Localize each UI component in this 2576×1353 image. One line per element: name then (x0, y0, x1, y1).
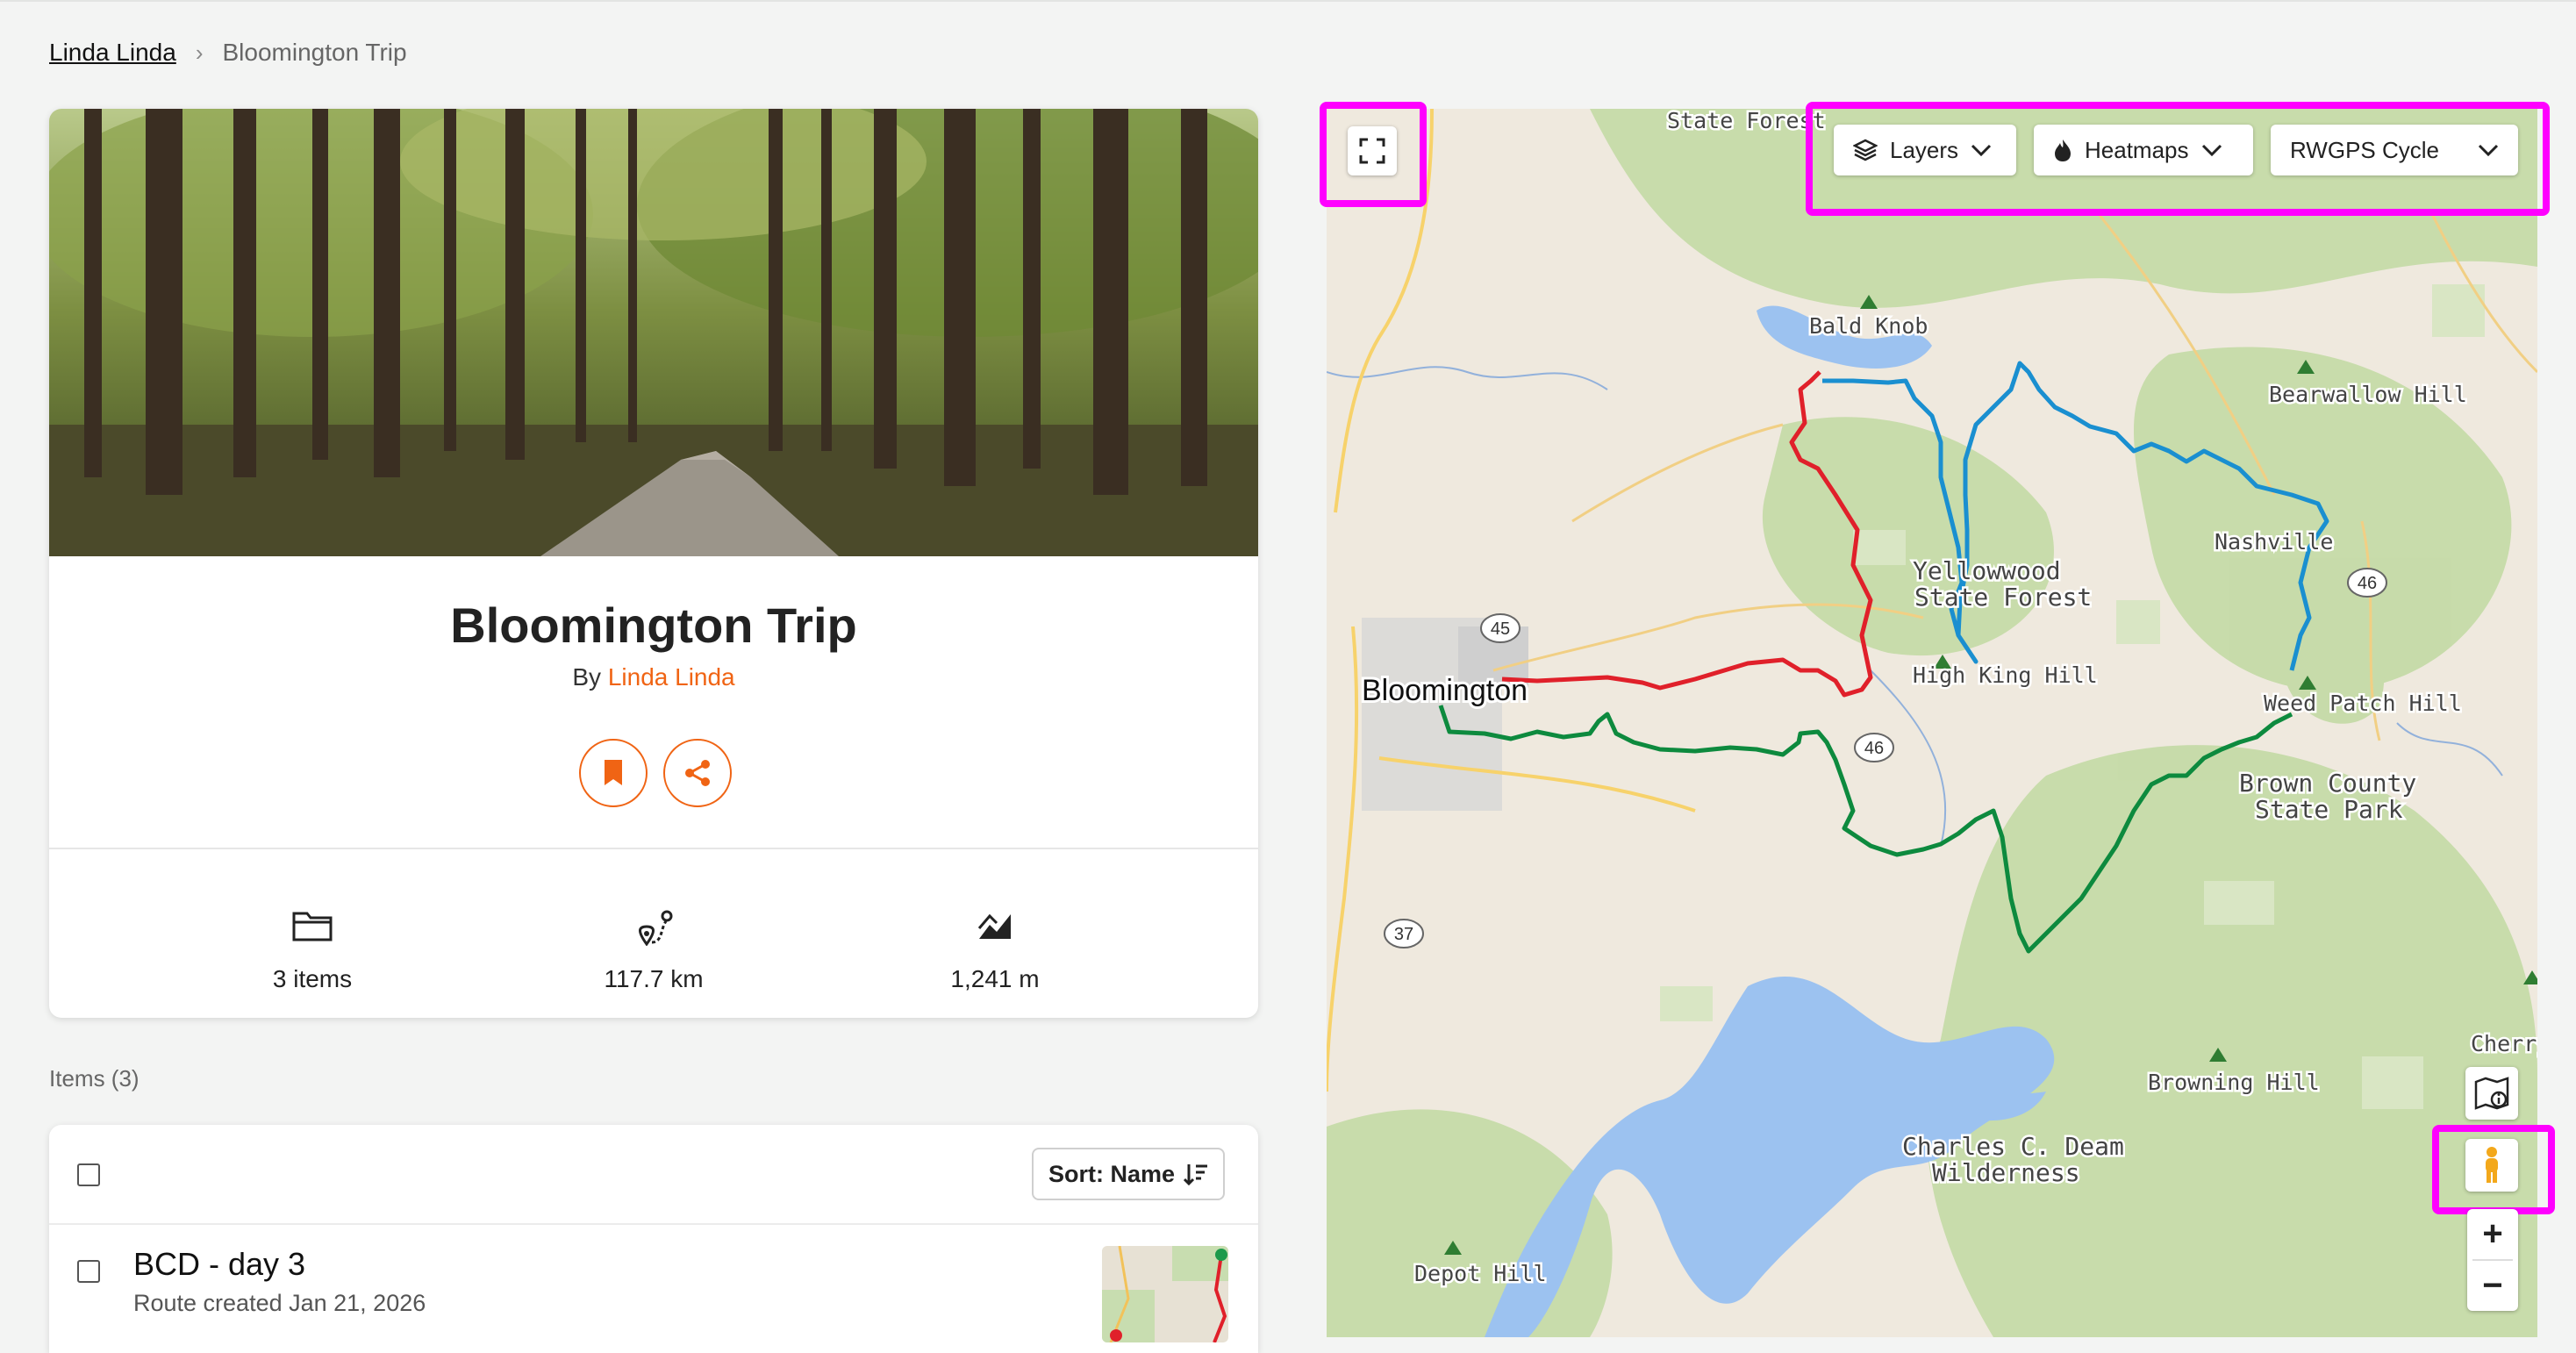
chevron-down-icon (1971, 144, 1992, 156)
heatmaps-label: Heatmaps (2085, 136, 2189, 163)
map-label-cherry: Cherry (2471, 1031, 2537, 1056)
collection-title: Bloomington Trip (450, 598, 857, 653)
fullscreen-button[interactable] (1348, 126, 1397, 175)
stats-row: 3 items 117.7 km 1,241 m (49, 849, 1258, 1018)
elevation-icon (977, 913, 1011, 939)
sort-icon (1184, 1164, 1208, 1185)
road-shield-45: 45 (1491, 619, 1510, 639)
folder-icon (292, 912, 333, 941)
route-distance-icon (639, 910, 673, 946)
breadcrumb-separator: › (195, 39, 204, 66)
map-label-charles-deam-wilderness: Wilderness (1932, 1158, 2080, 1187)
map-label-yellowwood-state-forest: State Forest (1914, 583, 2092, 612)
select-all-checkbox[interactable] (77, 1163, 100, 1186)
road-shield-46-east: 46 (2358, 574, 2377, 593)
layers-label: Layers (1890, 136, 1959, 163)
map-label-state-forest-top: State Forest (1667, 109, 1826, 133)
sort-button[interactable]: Sort: Name (1032, 1148, 1225, 1200)
map-label-yellowwood: Yellowwood (1913, 556, 2061, 585)
items-list: Sort: Name BCD - day 3 Route created Jan… (49, 1125, 1258, 1353)
fullscreen-icon (1359, 138, 1385, 164)
heatmaps-dropdown[interactable]: Heatmaps (2034, 125, 2253, 175)
stat-distance: 117.7 km (522, 849, 785, 1018)
action-buttons (579, 739, 732, 807)
route-thumbnail[interactable] (1102, 1246, 1228, 1342)
sort-label: Sort: Name (1048, 1160, 1176, 1187)
map-info-icon (2474, 1077, 2509, 1110)
collection-card: Bloomington Trip By Linda Linda 3 items … (49, 109, 1258, 1018)
basemap-label: RWGPS Cycle (2290, 136, 2439, 163)
byline-prefix: By (572, 663, 602, 691)
map-label-bearwallow-hill: Bearwallow Hill (2269, 382, 2467, 407)
stat-items-value: 3 items (272, 965, 353, 992)
layers-dropdown[interactable]: Layers (1834, 125, 2016, 175)
breadcrumb-current: Bloomington Trip (222, 39, 407, 66)
flame-icon (2055, 140, 2071, 161)
bookmark-button[interactable] (579, 739, 648, 807)
row-checkbox[interactable] (77, 1260, 100, 1283)
share-button[interactable] (663, 739, 732, 807)
map-label-browning-hill: Browning Hill (2148, 1070, 2320, 1095)
map-label-bloomington: Bloomington (1362, 674, 1528, 707)
layers-icon (1853, 139, 1878, 161)
share-icon (685, 760, 710, 786)
zoom-controls: + − (2467, 1209, 2518, 1311)
basemap-select[interactable]: RWGPS Cycle (2271, 125, 2518, 175)
top-border (0, 0, 2576, 2)
author-link[interactable]: Linda Linda (608, 663, 735, 691)
map-label-brown-county-state-park: State Park (2255, 795, 2403, 824)
items-toolbar: Sort: Name (49, 1125, 1258, 1225)
zoom-in-button[interactable]: + (2467, 1209, 2518, 1258)
stat-distance-value: 117.7 km (604, 965, 704, 992)
chevron-down-icon (2478, 144, 2499, 156)
map-info-button[interactable] (2465, 1067, 2518, 1120)
breadcrumb: Linda Linda › Bloomington Trip (49, 39, 407, 67)
zoom-out-button[interactable]: − (2467, 1261, 2518, 1310)
map-label-brown-county: Brown County (2239, 769, 2416, 798)
stat-elevation: 1,241 m (863, 849, 1127, 1018)
byline: By Linda Linda (49, 663, 1258, 691)
map-label-nashville: Nashville (2215, 529, 2333, 555)
road-shield-37: 37 (1394, 925, 1413, 944)
map-label-depot-hill: Depot Hill (1414, 1261, 1547, 1286)
map-canvas[interactable]: State Forest Bald Knob Bearwallow Hill N… (1327, 109, 2537, 1337)
map-label-high-king-hill: High King Hill (1913, 662, 2098, 688)
items-header: Items (3) (49, 1065, 140, 1092)
stat-items: 3 items (181, 849, 444, 1018)
map-label-weed-patch-hill: Weed Patch Hill (2264, 691, 2462, 716)
pegman-icon (2486, 1147, 2498, 1183)
route-subtitle: Route created Jan 21, 2026 (133, 1290, 426, 1316)
chevron-down-icon (2201, 144, 2222, 156)
bookmark-icon (605, 760, 622, 785)
map-view[interactable]: State Forest Bald Knob Bearwallow Hill N… (1327, 109, 2537, 1337)
street-view-button[interactable] (2465, 1139, 2518, 1192)
breadcrumb-user-link[interactable]: Linda Linda (49, 39, 176, 67)
map-label-bald-knob: Bald Knob (1809, 313, 1928, 339)
road-shield-46-west: 46 (1864, 739, 1884, 758)
map-label-charles-deam: Charles C. Deam (1902, 1132, 2124, 1161)
cover-photo (49, 109, 1258, 556)
stat-elevation-value: 1,241 m (950, 965, 1040, 992)
route-title-link[interactable]: BCD - day 3 (133, 1246, 305, 1283)
